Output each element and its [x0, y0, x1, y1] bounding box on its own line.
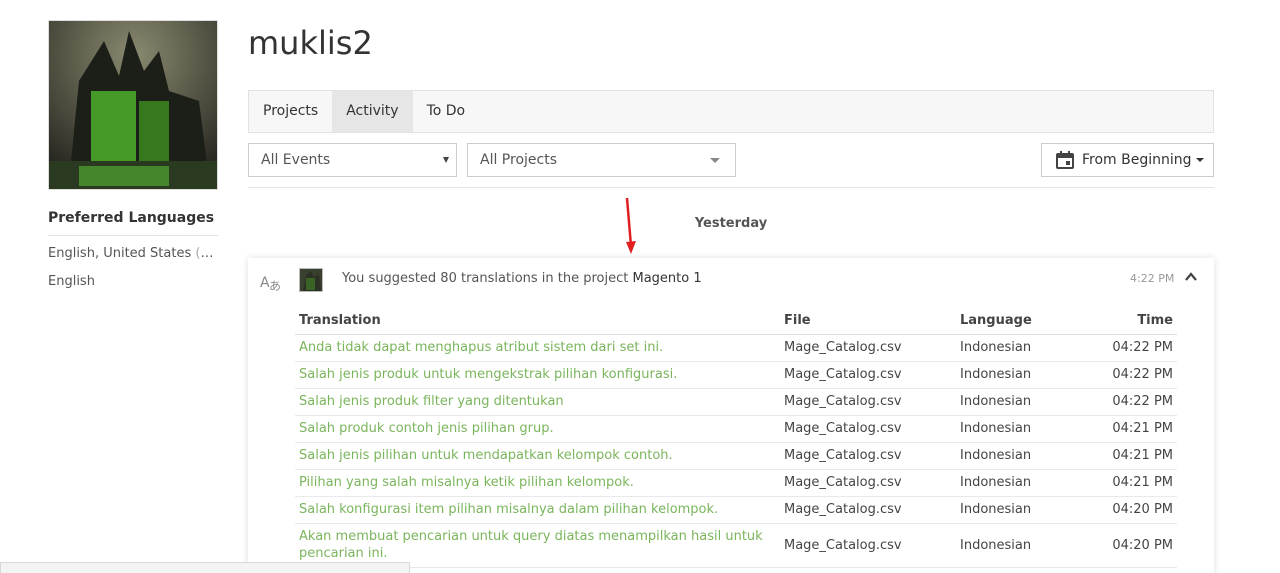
- tab-projects[interactable]: Projects: [249, 91, 332, 132]
- filter-divider: [248, 187, 1214, 188]
- file-cell: Mage_Catalog.csv: [780, 361, 956, 389]
- calendar-icon: [1056, 151, 1074, 169]
- column-header: Translation: [295, 308, 780, 335]
- profile-tabs: Projects Activity To Do: [248, 90, 1214, 133]
- table-row: Akan membuat pencarian untuk query diata…: [295, 523, 1177, 568]
- language-item: English, United States (nat...: [48, 246, 218, 261]
- file-cell: Mage_Catalog.csv: [780, 469, 956, 497]
- time-cell: 04:22 PM: [1096, 361, 1177, 389]
- translation-link[interactable]: Salah jenis produk untuk mengekstrak pil…: [295, 361, 780, 389]
- file-cell: Mage_Catalog.csv: [780, 523, 956, 568]
- time-cell: 04:22 PM: [1096, 334, 1177, 362]
- table-row: Salah konfigurasi item pilihan misalnya …: [295, 496, 1177, 524]
- time-cell: 04:21 PM: [1096, 469, 1177, 497]
- project-link[interactable]: Magento 1: [633, 271, 702, 286]
- language-item: English: [48, 274, 95, 289]
- translation-link[interactable]: Akan membuat pencarian untuk query diata…: [295, 523, 780, 568]
- activity-card: A あ You suggested 80 translations in the…: [248, 258, 1214, 573]
- table-row: Pilihan yang salah misalnya ketik piliha…: [295, 469, 1177, 497]
- translation-link[interactable]: Salah jenis produk filter yang ditentuka…: [295, 388, 780, 416]
- language-cell: Indonesian: [956, 442, 1096, 470]
- time-cell: 04:21 PM: [1096, 415, 1177, 443]
- projects-select[interactable]: All Projects: [467, 143, 736, 177]
- language-cell: Indonesian: [956, 361, 1096, 389]
- language-cell: Indonesian: [956, 415, 1096, 443]
- file-cell: Mage_Catalog.csv: [780, 415, 956, 443]
- time-cell: 04:20 PM: [1096, 523, 1177, 568]
- username-heading: muklis2: [248, 24, 373, 62]
- caret-down-icon: [710, 158, 720, 163]
- date-range-button[interactable]: From Beginning: [1041, 143, 1214, 177]
- events-select[interactable]: All Events: [248, 143, 457, 177]
- day-label: Yesterday: [694, 216, 768, 231]
- translation-link[interactable]: Salah jenis pilihan untuk mendapatkan ke…: [295, 442, 780, 470]
- tab-todo[interactable]: To Do: [413, 91, 480, 132]
- preferred-languages-title: Preferred Languages: [48, 210, 218, 236]
- file-cell: Mage_Catalog.csv: [780, 334, 956, 362]
- table-row: Salah produk contoh jenis pilihan grup. …: [295, 415, 1177, 443]
- translation-link[interactable]: Salah produk contoh jenis pilihan grup.: [295, 415, 780, 443]
- language-cell: Indonesian: [956, 523, 1096, 568]
- translate-icon: A あ: [260, 275, 281, 293]
- column-header: Language: [956, 308, 1096, 335]
- activity-summary: You suggested 80 translations in the pro…: [342, 271, 702, 286]
- translations-table: Translation File Language Time Anda tida…: [295, 308, 1177, 568]
- table-row: Salah jenis pilihan untuk mendapatkan ke…: [295, 442, 1177, 470]
- time-cell: 04:21 PM: [1096, 442, 1177, 470]
- activity-time: 4:22 PM: [1130, 272, 1175, 285]
- profile-avatar: [48, 20, 218, 190]
- column-header: File: [780, 308, 956, 335]
- file-cell: Mage_Catalog.csv: [780, 388, 956, 416]
- user-avatar[interactable]: [299, 268, 323, 292]
- table-header-row: Translation File Language Time: [295, 308, 1177, 335]
- tab-activity[interactable]: Activity: [332, 91, 413, 132]
- browser-status-bar: [0, 562, 410, 573]
- annotation-arrow-icon: [625, 197, 636, 254]
- table-row: Salah jenis produk filter yang ditentuka…: [295, 388, 1177, 416]
- file-cell: Mage_Catalog.csv: [780, 496, 956, 524]
- translation-link[interactable]: Pilihan yang salah misalnya ketik piliha…: [295, 469, 780, 497]
- time-cell: 04:22 PM: [1096, 388, 1177, 416]
- file-cell: Mage_Catalog.csv: [780, 442, 956, 470]
- svg-text:あ: あ: [269, 279, 281, 293]
- translation-link[interactable]: Salah konfigurasi item pilihan misalnya …: [295, 496, 780, 524]
- language-cell: Indonesian: [956, 496, 1096, 524]
- table-row: Anda tidak dapat menghapus atribut siste…: [295, 334, 1177, 362]
- caret-down-icon: [1195, 158, 1204, 162]
- language-cell: Indonesian: [956, 469, 1096, 497]
- language-cell: Indonesian: [956, 334, 1096, 362]
- chevron-up-icon[interactable]: [1184, 270, 1198, 284]
- profile-page: Preferred Languages English, United Stat…: [0, 0, 1280, 573]
- caret-down-icon: [443, 157, 449, 163]
- column-header: Time: [1096, 308, 1177, 335]
- language-cell: Indonesian: [956, 388, 1096, 416]
- table-row: Salah jenis produk untuk mengekstrak pil…: [295, 361, 1177, 389]
- time-cell: 04:20 PM: [1096, 496, 1177, 524]
- translation-link[interactable]: Anda tidak dapat menghapus atribut siste…: [295, 334, 780, 362]
